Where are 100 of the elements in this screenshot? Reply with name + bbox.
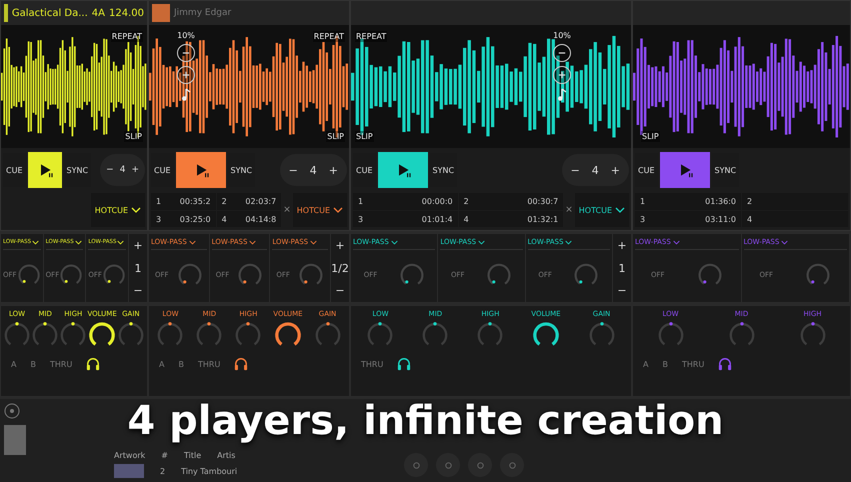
headphones-icon[interactable] [397, 357, 412, 372]
chevron-down-icon [672, 240, 680, 245]
effect-plus-button[interactable]: + [129, 239, 148, 252]
headphones-icon[interactable] [86, 357, 100, 372]
loop-plus-button[interactable]: + [322, 164, 344, 177]
chevron-down-icon [615, 207, 625, 214]
slip-button[interactable]: SLIP [124, 131, 143, 142]
hotcue-slot[interactable]: 4 01:32:1 [458, 210, 564, 228]
chevron-down-icon [478, 240, 486, 245]
effect-plus-button[interactable]: + [331, 239, 350, 252]
hotcue-dropdown[interactable]: HOTCUE [90, 193, 145, 228]
crossfader-assign-button[interactable]: THRU [50, 360, 72, 369]
loop-plus-button[interactable]: + [128, 165, 142, 176]
artwork-placeholder [4, 4, 8, 22]
track-key: 4A [92, 8, 105, 18]
artwork-placeholder [4, 425, 26, 455]
artwork-placeholder [114, 464, 144, 478]
pitch-range: 10% [553, 31, 571, 40]
effect-plus-button[interactable]: + [612, 239, 631, 252]
hotcue-slot[interactable]: 3 01:01:4 [353, 210, 458, 228]
play-button[interactable] [378, 152, 428, 188]
chevron-down-icon [390, 240, 398, 245]
crossfader-assign-button[interactable]: THRU [198, 360, 220, 369]
play-button[interactable] [28, 152, 62, 188]
chevron-down-icon [131, 207, 141, 214]
artwork-placeholder [152, 4, 170, 22]
loop-minus-button[interactable]: − [282, 164, 304, 177]
loop-length-button[interactable]: 4 [304, 164, 323, 177]
chevron-down-icon [565, 240, 572, 245]
clear-cues-button[interactable]: × [565, 205, 573, 216]
loop-plus-button[interactable]: + [604, 164, 626, 177]
loop-minus-button[interactable]: − [103, 165, 117, 176]
hotcue-slot[interactable]: 3 03:25:0 [151, 210, 216, 228]
loop-length-button[interactable]: 4 [116, 165, 128, 176]
effect-minus-button[interactable]: − [612, 284, 631, 298]
crossfader-assign-button[interactable]: A [643, 360, 648, 369]
effect-minus-button[interactable]: − [331, 284, 350, 298]
hotcue-slot[interactable]: 2 02:03:7 [216, 193, 282, 210]
slip-button[interactable]: SLIP [326, 131, 345, 142]
track-bpm: 124.00 [109, 8, 144, 18]
track-title: Galactical Da... [12, 8, 88, 18]
hotcue-slot[interactable]: 4 04:14:8 [216, 210, 282, 228]
crossfader-assign-button[interactable]: A [159, 360, 164, 369]
column-header[interactable]: Artwork [114, 451, 146, 460]
hotcue-slot[interactable]: 3 03:11:0 [635, 210, 741, 228]
effect-beat-value: 1 [134, 262, 143, 275]
chevron-down-icon [188, 240, 196, 245]
repeat-button[interactable]: REPEAT [110, 31, 143, 42]
toolbar-icon[interactable] [404, 453, 428, 477]
crossfader-assign-button[interactable]: B [662, 360, 668, 369]
column-header[interactable]: Artis [217, 451, 236, 460]
table-cell: Tiny Tambouri [181, 466, 238, 476]
hotcue-slot[interactable]: 2 00:30:7 [458, 193, 564, 210]
pitch-down-icon[interactable] [177, 44, 195, 62]
table-cell: 2 [160, 466, 166, 476]
caption: 4 players, infinite creation [127, 398, 724, 444]
music-note-icon[interactable] [181, 88, 191, 102]
track-artist: Jimmy Edgar [174, 8, 232, 18]
slip-button[interactable]: SLIP [641, 131, 660, 142]
effect-minus-button[interactable]: − [129, 284, 148, 298]
hotcue-slot[interactable]: 1 00:35:2 [151, 193, 216, 210]
crossfader-assign-button[interactable]: THRU [361, 360, 384, 369]
loop-minus-button[interactable]: − [564, 164, 586, 177]
hotcue-dropdown[interactable]: HOTCUE [574, 193, 629, 228]
pitch-up-icon[interactable] [553, 66, 571, 84]
slip-button[interactable]: SLIP [355, 131, 374, 142]
crossfader-assign-button[interactable]: B [30, 360, 36, 369]
chevron-down-icon [249, 240, 256, 245]
pitch-down-icon[interactable] [553, 44, 571, 62]
column-header[interactable]: Title [184, 451, 202, 460]
toolbar-icon[interactable] [468, 453, 492, 477]
toolbar-icon[interactable] [436, 453, 460, 477]
chevron-down-icon [333, 207, 343, 214]
chevron-down-icon [781, 240, 788, 245]
headphones-icon[interactable] [234, 357, 248, 372]
chevron-down-icon [74, 240, 82, 245]
clear-cues-button[interactable]: × [283, 205, 291, 216]
hotcue-dropdown[interactable]: HOTCUE [292, 193, 347, 228]
hotcue-slot[interactable]: 4 [742, 210, 848, 228]
pitch-range: 10% [177, 31, 195, 40]
repeat-button[interactable]: REPEAT [355, 31, 388, 42]
hotcue-slot[interactable]: 1 00:00:0 [353, 193, 458, 210]
crossfader-assign-button[interactable]: THRU [682, 360, 704, 369]
chevron-down-icon [310, 240, 318, 245]
music-note-icon[interactable] [557, 88, 567, 102]
crossfader-assign-button[interactable]: A [11, 360, 16, 369]
crossfader-assign-button[interactable]: B [178, 360, 184, 369]
play-button[interactable] [176, 152, 226, 188]
hotcue-slot[interactable]: 2 [742, 193, 848, 210]
effect-beat-value: 1/2 [331, 262, 350, 275]
chevron-down-icon [117, 240, 124, 245]
loop-length-button[interactable]: 4 [586, 164, 605, 177]
disc-icon[interactable] [4, 403, 20, 419]
repeat-button[interactable]: REPEAT [312, 31, 345, 42]
hotcue-slot[interactable]: 1 01:36:0 [635, 193, 741, 210]
chevron-down-icon [32, 240, 40, 245]
pitch-up-icon[interactable] [177, 66, 195, 84]
toolbar-icon[interactable] [500, 453, 524, 477]
effect-beat-value: 1 [617, 262, 626, 275]
column-header[interactable]: # [161, 451, 168, 460]
